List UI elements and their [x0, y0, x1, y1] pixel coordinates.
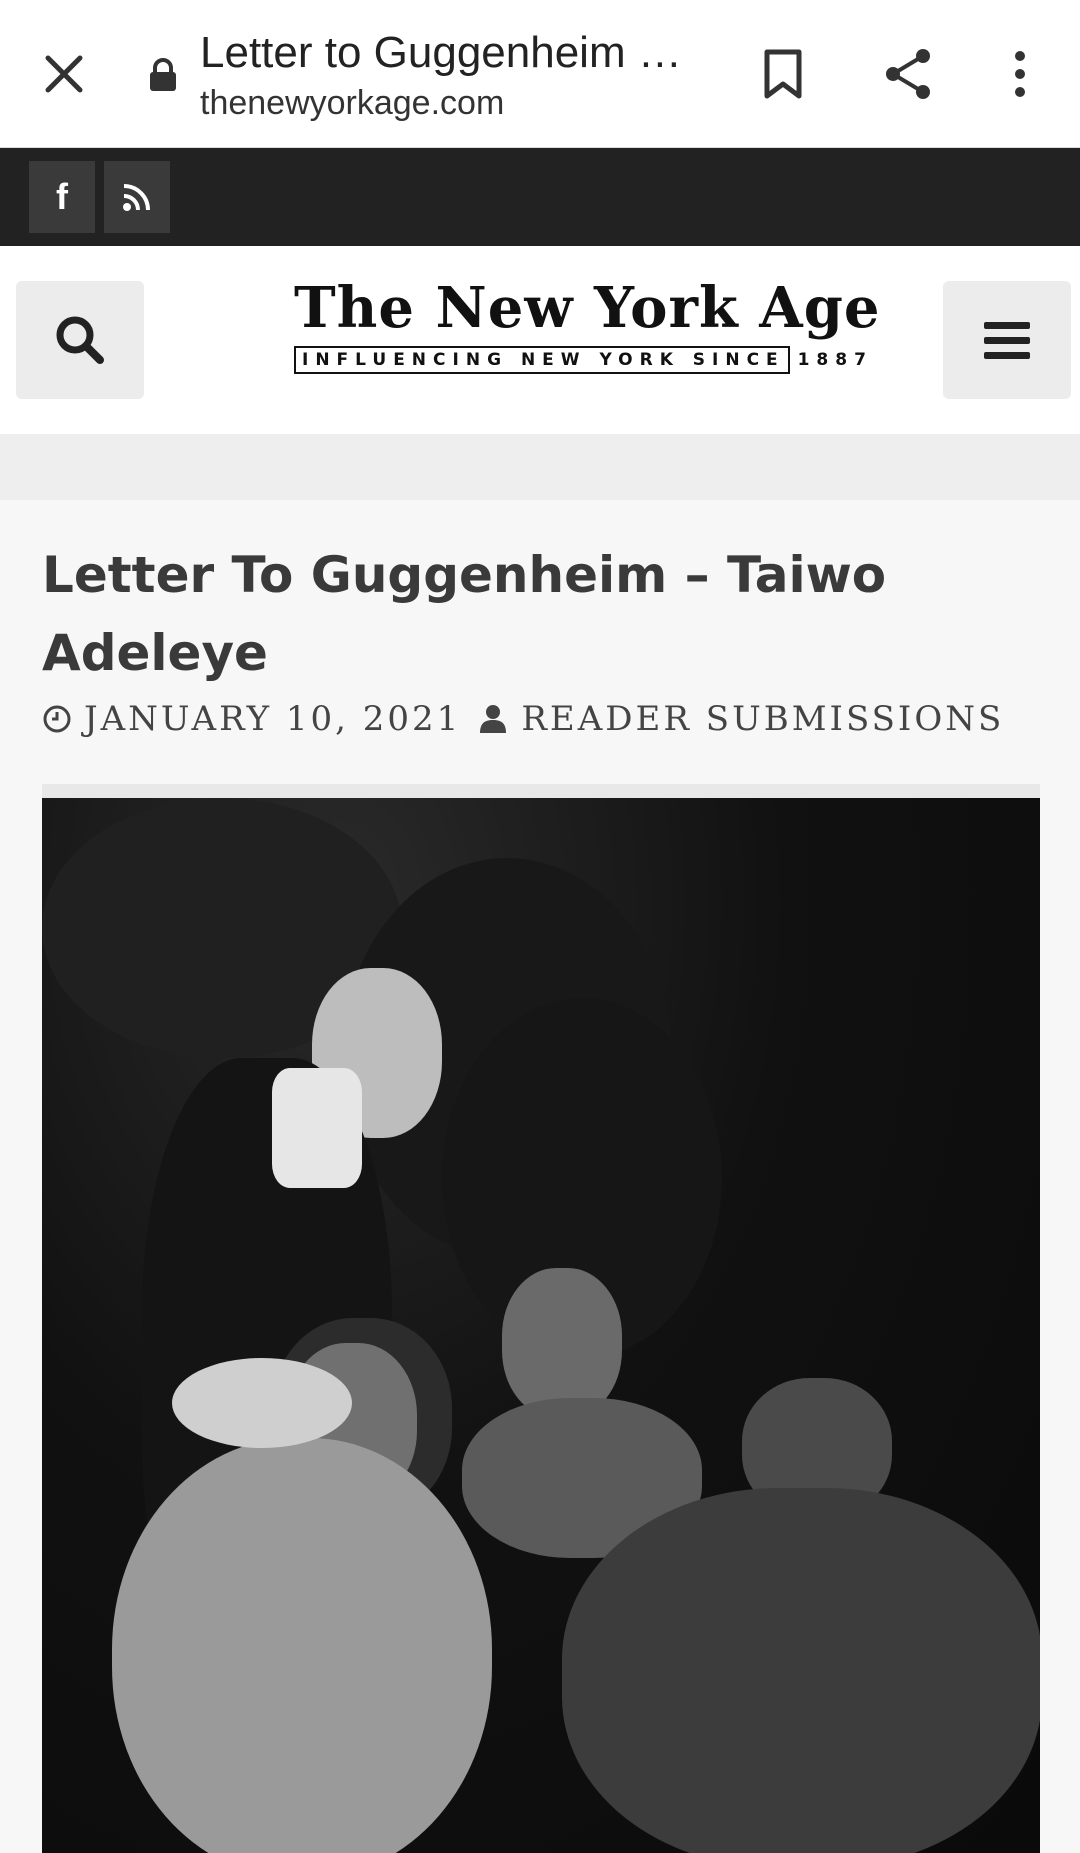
menu-button[interactable] — [943, 281, 1071, 399]
share-button[interactable] — [878, 44, 938, 104]
page-url[interactable]: thenewyorkage.com — [200, 84, 504, 123]
featured-image-frame — [42, 784, 1040, 1853]
lock-icon — [150, 58, 176, 91]
facebook-link[interactable]: f — [29, 161, 95, 233]
rss-icon — [123, 184, 150, 211]
article-meta: JANUARY 10, 2021 READER SUBMISSIONS — [42, 696, 1004, 742]
featured-image[interactable] — [42, 798, 1040, 1853]
article-author[interactable]: READER SUBMISSIONS — [521, 699, 1004, 739]
header-spacer — [0, 434, 1080, 500]
share-icon — [886, 49, 930, 99]
user-icon — [479, 704, 509, 734]
facebook-icon: f — [56, 176, 68, 217]
rss-link[interactable] — [104, 161, 170, 233]
page-title: Letter to Guggenheim … — [200, 28, 682, 77]
logo-wordmark: The New York Age — [294, 275, 881, 341]
search-icon — [56, 316, 104, 364]
close-icon — [45, 55, 83, 93]
logo-tagline: INFLUENCING NEW YORK SINCE 1887 — [294, 346, 866, 374]
site-logo[interactable]: The New York Age INFLUENCING NEW YORK SI… — [294, 275, 881, 386]
close-button[interactable] — [34, 44, 94, 104]
more-vert-icon — [1015, 51, 1025, 97]
browser-toolbar: Letter to Guggenheim … thenewyorkage.com — [0, 0, 1080, 148]
article-date[interactable]: JANUARY 10, 2021 — [84, 699, 461, 739]
social-bar: f — [0, 148, 1080, 246]
hamburger-menu-icon — [984, 322, 1030, 359]
clock-icon — [42, 704, 72, 734]
site-header: The New York Age INFLUENCING NEW YORK SI… — [0, 246, 1080, 434]
article: Letter To Guggenheim – Taiwo Adeleye JAN… — [0, 500, 1080, 1853]
search-button[interactable] — [16, 281, 144, 399]
article-title: Letter To Guggenheim – Taiwo Adeleye — [42, 546, 887, 682]
bookmark-button[interactable] — [753, 44, 813, 104]
more-options-button[interactable] — [990, 44, 1050, 104]
bookmark-icon — [764, 49, 802, 99]
